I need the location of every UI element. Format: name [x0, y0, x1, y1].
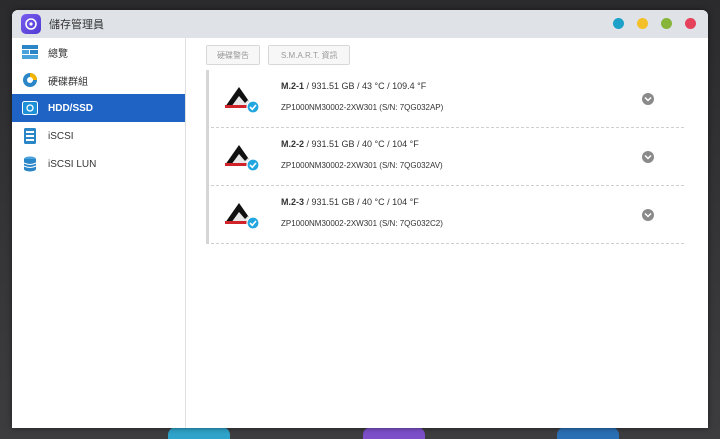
sidebar-item-overview[interactable]: 總覽 [12, 38, 185, 66]
disk-details: / 931.51 GB / 40 °C / 104 °F [304, 139, 419, 149]
disk-title: M.2-1 / 931.51 GB / 43 °C / 109.4 °F [281, 81, 426, 91]
sidebar: 總覽 硬碟群組 HDD/SSD iSCSI iSCSI LUN [12, 38, 186, 428]
title-bar: 儲存管理員 [12, 10, 708, 38]
main-panel: 硬碟警告 S.M.A.R.T. 資訊 M.2-1 / 931.51 GB / 4… [186, 38, 708, 428]
expand-chevron-icon[interactable] [642, 209, 654, 221]
toolbar: 硬碟警告 S.M.A.R.T. 資訊 [186, 38, 708, 65]
help-button[interactable] [613, 18, 624, 29]
disk-details: / 931.51 GB / 40 °C / 104 °F [304, 197, 419, 207]
overview-icon [22, 44, 38, 60]
disk-details: / 931.51 GB / 43 °C / 109.4 °F [304, 81, 427, 91]
sidebar-item-storage-pool[interactable]: 硬碟群組 [12, 66, 185, 94]
disk-list: M.2-1 / 931.51 GB / 43 °C / 109.4 °F ZP1… [206, 70, 684, 244]
disk-model: ZP1000NM30002-2XW301 (S/N: 7QG032C2) [281, 219, 443, 228]
minimize-button[interactable] [637, 18, 648, 29]
sidebar-item-iscsi[interactable]: iSCSI [12, 122, 185, 150]
ssd-disk-icon [223, 199, 261, 231]
disk-name: M.2-1 [281, 81, 305, 91]
disk-row[interactable]: M.2-1 / 931.51 GB / 43 °C / 109.4 °F ZP1… [206, 70, 684, 128]
smart-info-button[interactable]: S.M.A.R.T. 資訊 [268, 45, 351, 65]
database-icon [22, 156, 38, 172]
disk-row[interactable]: M.2-3 / 931.51 GB / 40 °C / 104 °F ZP100… [206, 186, 684, 244]
expand-chevron-icon[interactable] [642, 151, 654, 163]
hdd-icon [22, 100, 38, 116]
desktop-app-icon[interactable] [363, 427, 425, 439]
disk-name: M.2-2 [281, 139, 305, 149]
disk-row[interactable]: M.2-2 / 931.51 GB / 40 °C / 104 °F ZP100… [206, 128, 684, 186]
sidebar-item-label: 總覽 [48, 48, 68, 60]
pie-chart-icon [22, 72, 38, 88]
expand-chevron-icon[interactable] [642, 93, 654, 105]
disk-title: M.2-2 / 931.51 GB / 40 °C / 104 °F [281, 139, 419, 149]
storage-manager-window: 儲存管理員 總覽 硬碟群組 HDD/SSD iSCSI iSCSI LUN 硬碟… [12, 10, 708, 428]
storage-manager-app-icon [21, 14, 41, 34]
disk-name: M.2-3 [281, 197, 305, 207]
sidebar-item-label: HDD/SSD [48, 102, 94, 114]
window-title: 儲存管理員 [49, 19, 104, 31]
disk-model: ZP1000NM30002-2XW301 (S/N: 7QG032AP) [281, 103, 444, 112]
disk-health-button[interactable]: 硬碟警告 [206, 45, 260, 65]
sidebar-item-label: 硬碟群組 [48, 76, 88, 88]
sidebar-item-iscsi-lun[interactable]: iSCSI LUN [12, 150, 185, 178]
sidebar-item-label: iSCSI [48, 130, 74, 142]
ssd-disk-icon [223, 83, 261, 115]
desktop-app-icon[interactable] [557, 427, 619, 439]
ssd-disk-icon [223, 141, 261, 173]
desktop-app-icon[interactable] [168, 427, 230, 439]
maximize-button[interactable] [661, 18, 672, 29]
sidebar-item-hdd-ssd[interactable]: HDD/SSD [12, 94, 185, 122]
sidebar-item-label: iSCSI LUN [48, 158, 97, 170]
window-controls [613, 18, 696, 29]
close-button[interactable] [685, 18, 696, 29]
disk-title: M.2-3 / 931.51 GB / 40 °C / 104 °F [281, 197, 419, 207]
disk-model: ZP1000NM30002-2XW301 (S/N: 7QG032AV) [281, 161, 443, 170]
iscsi-icon [22, 128, 38, 144]
